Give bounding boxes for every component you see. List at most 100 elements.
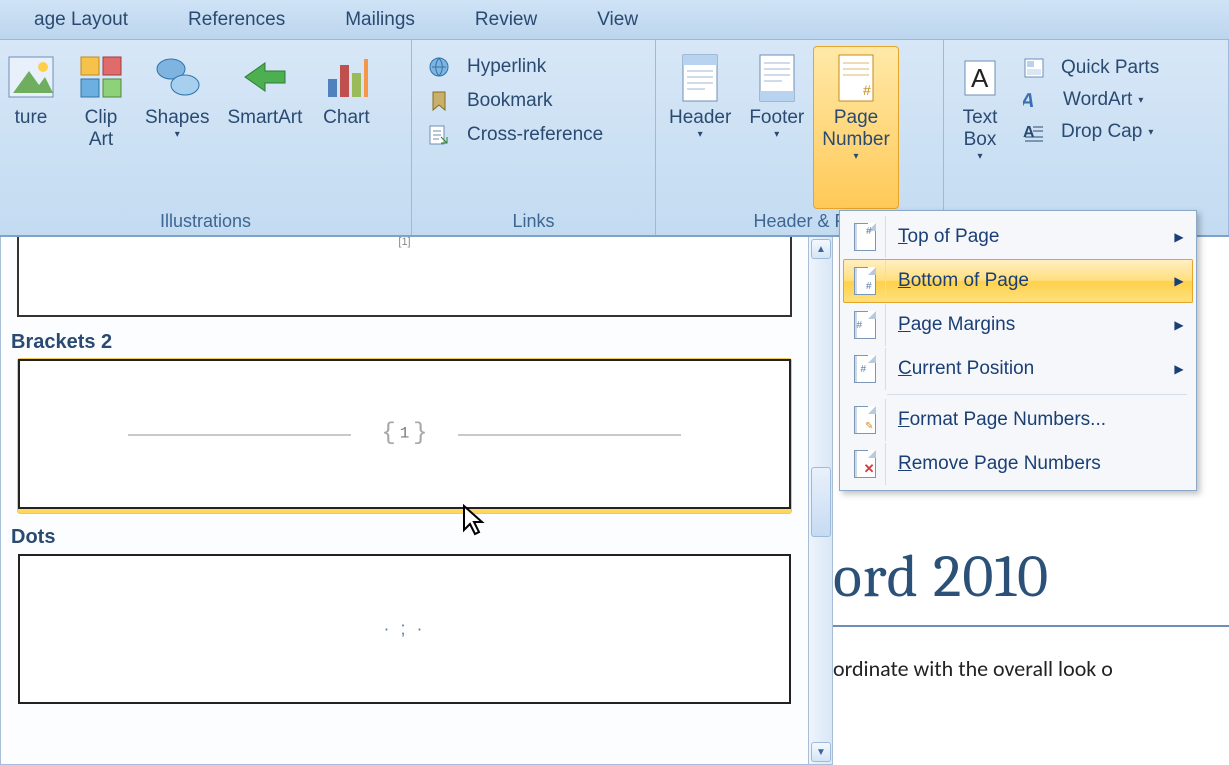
- page-icon: #: [854, 311, 876, 339]
- page-icon: #: [854, 223, 876, 251]
- svg-text:#: #: [863, 82, 871, 98]
- clip-art-label: Clip Art: [85, 107, 118, 151]
- tab-review[interactable]: Review: [445, 9, 567, 31]
- ribbon: ture Clip Art Shapes ▾ SmartArt: [0, 40, 1229, 237]
- menu-format-page-numbers[interactable]: ✎ Format Page Numbers...: [843, 398, 1193, 442]
- document-area: ord 2010 ordinate with the overall look …: [833, 530, 1229, 682]
- chevron-down-icon: ▾: [175, 129, 180, 140]
- dots-glyph: · ; ·: [384, 619, 426, 640]
- bookmark-icon: [427, 89, 459, 113]
- scroll-up-button[interactable]: ▲: [811, 239, 831, 259]
- page-number-button[interactable]: # Page Number ▾: [813, 46, 899, 209]
- picture-label: ture: [15, 107, 48, 129]
- drop-cap-icon: A: [1023, 121, 1053, 143]
- submenu-arrow-icon: ▶: [1166, 230, 1192, 244]
- ribbon-tabs: age Layout References Mailings Review Vi…: [0, 0, 1229, 40]
- gallery-scrollbar[interactable]: ▲ ▼: [809, 237, 833, 765]
- hyperlink-button[interactable]: Hyperlink: [420, 50, 610, 84]
- tab-page-layout[interactable]: age Layout: [4, 9, 158, 31]
- group-links-label: Links: [416, 209, 651, 235]
- header-icon: [677, 51, 723, 105]
- gallery-item-brackets2[interactable]: { 1 }: [17, 358, 792, 514]
- svg-text:A: A: [971, 63, 989, 93]
- cross-reference-label: Cross-reference: [467, 124, 603, 146]
- text-box-label: Text Box: [963, 107, 998, 151]
- menu-top-of-page[interactable]: # Top of Page ▶: [843, 215, 1193, 259]
- menu-remove-page-numbers[interactable]: ✕ Remove Page Numbers: [843, 442, 1193, 486]
- wordart-label: WordArt: [1063, 89, 1132, 111]
- chevron-down-icon: ▾: [854, 151, 859, 162]
- drop-cap-button[interactable]: A Drop Cap ▾: [1016, 116, 1166, 148]
- cross-reference-button[interactable]: Cross-reference: [420, 118, 610, 152]
- smartart-label: SmartArt: [227, 107, 302, 129]
- page-icon: #: [854, 267, 876, 295]
- scroll-thumb[interactable]: [811, 467, 831, 537]
- gallery-heading-dots: Dots: [1, 520, 808, 553]
- picture-button[interactable]: ture: [4, 46, 66, 209]
- document-rule: [833, 625, 1229, 627]
- clip-art-icon: [75, 51, 127, 105]
- document-body-fragment: ordinate with the overall look o: [833, 655, 1229, 682]
- menu-format-label: Format Page Numbers...: [886, 409, 1192, 431]
- chart-label: Chart: [323, 107, 369, 129]
- menu-page-margins[interactable]: # Page Margins ▶: [843, 303, 1193, 347]
- group-text: A Text Box ▾ Quick Parts A WordArt ▾ A D…: [944, 40, 1229, 235]
- footer-icon: [754, 51, 800, 105]
- page-remove-icon: ✕: [854, 450, 876, 478]
- menu-margins-label: Page Margins: [886, 314, 1166, 336]
- svg-text:A: A: [1023, 90, 1038, 111]
- text-box-button[interactable]: A Text Box ▾: [948, 46, 1012, 209]
- smartart-button[interactable]: SmartArt: [218, 46, 311, 209]
- page-number-icon: #: [833, 51, 879, 105]
- bookmark-label: Bookmark: [467, 90, 553, 112]
- quick-parts-icon: [1023, 57, 1053, 79]
- tab-view[interactable]: View: [567, 9, 668, 31]
- tab-mailings[interactable]: Mailings: [315, 9, 445, 31]
- text-box-icon: A: [957, 51, 1003, 105]
- tab-references[interactable]: References: [158, 9, 315, 31]
- menu-current-label: Current Position: [886, 358, 1166, 380]
- menu-bottom-label: Bottom of Page: [886, 270, 1166, 292]
- menu-current-position[interactable]: # Current Position ▶: [843, 347, 1193, 391]
- chart-button[interactable]: Chart: [311, 46, 381, 209]
- page-number-label: Page Number: [822, 107, 890, 151]
- gallery-heading-brackets2: Brackets 2: [1, 325, 808, 358]
- bookmark-button[interactable]: Bookmark: [420, 84, 610, 118]
- hyperlink-label: Hyperlink: [467, 56, 546, 78]
- page-format-icon: ✎: [854, 406, 876, 434]
- menu-bottom-of-page[interactable]: # Bottom of Page ▶: [843, 259, 1193, 303]
- page-number-menu: # Top of Page ▶ # Bottom of Page ▶ # Pag…: [839, 210, 1197, 491]
- gallery-preview-dots: · ; ·: [18, 554, 791, 704]
- menu-top-label: Top of Page: [886, 226, 1166, 248]
- clip-art-button[interactable]: Clip Art: [66, 46, 136, 209]
- hyperlink-icon: [427, 55, 459, 79]
- scroll-down-button[interactable]: ▼: [811, 742, 831, 762]
- chart-icon: [320, 51, 372, 105]
- shapes-button[interactable]: Shapes ▾: [136, 46, 218, 209]
- gallery-brackets2-number: 1: [400, 425, 410, 443]
- group-header-footer: Header ▾ Footer ▾ # Page Number ▾ Header…: [656, 40, 944, 235]
- menu-remove-label: Remove Page Numbers: [886, 453, 1192, 475]
- group-illustrations-label: Illustrations: [4, 209, 407, 235]
- shapes-label: Shapes: [145, 107, 209, 129]
- quick-parts-button[interactable]: Quick Parts: [1016, 52, 1166, 84]
- header-label: Header: [669, 107, 731, 129]
- footer-label: Footer: [749, 107, 804, 129]
- page-number-gallery: [1] Brackets 2 { 1 } Dots · ; · ▲ ▼: [0, 237, 833, 765]
- submenu-arrow-icon: ▶: [1166, 274, 1192, 288]
- gallery-item-partial[interactable]: [1]: [17, 237, 792, 317]
- submenu-arrow-icon: ▶: [1166, 362, 1192, 376]
- chevron-down-icon: ▾: [774, 129, 779, 140]
- drop-cap-label: Drop Cap: [1061, 121, 1142, 143]
- chevron-down-icon: ▾: [698, 129, 703, 140]
- header-button[interactable]: Header ▾: [660, 46, 740, 209]
- submenu-arrow-icon: ▶: [1166, 318, 1192, 332]
- chevron-down-icon: ▾: [1148, 127, 1153, 138]
- cross-reference-icon: [427, 123, 459, 147]
- chevron-down-icon: ▾: [1138, 95, 1143, 106]
- quick-parts-label: Quick Parts: [1061, 57, 1159, 79]
- footer-button[interactable]: Footer ▾: [740, 46, 813, 209]
- chevron-down-icon: ▾: [977, 151, 982, 162]
- wordart-button[interactable]: A WordArt ▾: [1016, 84, 1166, 116]
- gallery-item-dots[interactable]: · ; ·: [17, 553, 792, 709]
